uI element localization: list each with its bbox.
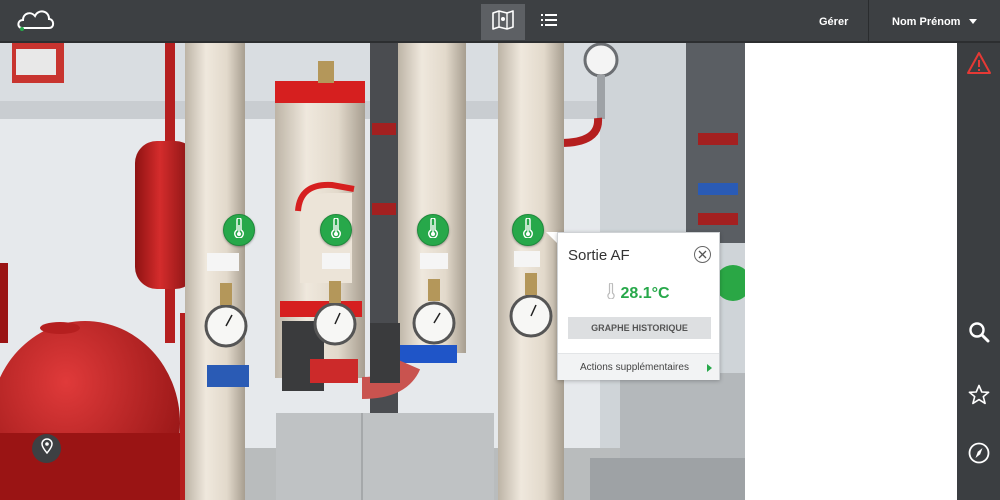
right-toolbar bbox=[957, 43, 1000, 500]
map-view-button[interactable] bbox=[481, 4, 525, 40]
warning-icon bbox=[966, 51, 992, 80]
thermometer-icon bbox=[427, 216, 439, 243]
close-button[interactable] bbox=[694, 246, 711, 263]
thermometer-icon bbox=[233, 216, 245, 243]
sensor-marker[interactable] bbox=[320, 214, 352, 246]
thermometer-icon bbox=[607, 282, 616, 304]
history-graph-button[interactable]: GRAPHE HISTORIQUE bbox=[568, 317, 711, 339]
favorites-button[interactable] bbox=[963, 381, 995, 413]
popup-title: Sortie AF bbox=[568, 247, 630, 264]
more-actions-row[interactable]: Actions supplémentaires bbox=[558, 353, 719, 380]
compass-button[interactable] bbox=[963, 439, 995, 471]
sensor-value: 28.1°C bbox=[620, 284, 670, 302]
location-pin-icon bbox=[40, 438, 53, 459]
manage-link[interactable]: Gérer bbox=[819, 0, 848, 43]
side-panel bbox=[745, 43, 957, 500]
location-button[interactable] bbox=[32, 434, 61, 463]
caret-down-icon[interactable] bbox=[969, 19, 977, 24]
more-actions-label: Actions supplémentaires bbox=[580, 361, 689, 373]
header-divider bbox=[868, 0, 869, 43]
sensor-marker-selected[interactable] bbox=[512, 214, 544, 246]
thermometer-icon bbox=[522, 216, 534, 243]
sensor-popup: Sortie AF 28.1°C GRAPHE HISTORIQUE Actio… bbox=[557, 232, 720, 380]
map-icon bbox=[491, 9, 515, 35]
search-button[interactable] bbox=[963, 318, 995, 350]
search-icon bbox=[968, 321, 990, 348]
thermometer-icon bbox=[330, 216, 342, 243]
user-name[interactable]: Nom Prénom bbox=[892, 0, 960, 43]
alerts-button[interactable] bbox=[963, 49, 995, 81]
close-icon bbox=[698, 246, 707, 264]
cloud-icon[interactable] bbox=[16, 6, 56, 32]
sensor-reading: 28.1°C bbox=[558, 282, 719, 304]
list-icon bbox=[541, 13, 557, 32]
compass-icon bbox=[968, 442, 990, 469]
chevron-right-icon bbox=[707, 364, 712, 372]
list-view-button[interactable] bbox=[527, 4, 571, 40]
star-icon bbox=[968, 384, 990, 411]
top-bar: Gérer Nom Prénom bbox=[0, 0, 1000, 43]
sensor-marker[interactable] bbox=[417, 214, 449, 246]
sensor-marker[interactable] bbox=[223, 214, 255, 246]
